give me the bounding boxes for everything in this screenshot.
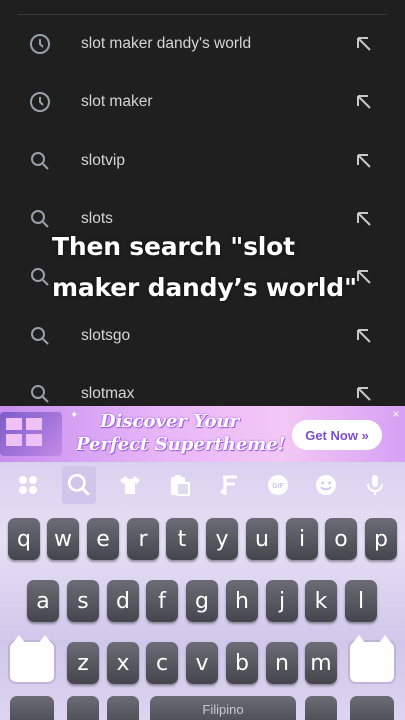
suggestion-row[interactable]: slotsgo: [0, 306, 405, 364]
key-o[interactable]: o: [325, 518, 357, 560]
ad-banner[interactable]: ✦ ✦ Discover Your Perfect Supertheme! Ge…: [0, 406, 405, 462]
suggestion-row[interactable]: slotvip: [0, 132, 405, 190]
key-f[interactable]: f: [146, 580, 178, 622]
search-icon: [31, 384, 49, 403]
shirt-icon[interactable]: [117, 472, 143, 498]
search-icon: [31, 326, 49, 345]
history-icon: [30, 92, 50, 113]
caption-line: Then search "slot: [52, 232, 295, 261]
key-r[interactable]: r: [127, 518, 159, 560]
apps-icon[interactable]: [15, 472, 41, 498]
get-now-button[interactable]: Get Now »: [292, 420, 382, 450]
font-icon[interactable]: [216, 472, 242, 498]
key-d[interactable]: d: [107, 580, 139, 622]
key-s[interactable]: s: [67, 580, 99, 622]
key-m[interactable]: m: [305, 642, 337, 684]
search-icon: [31, 268, 49, 287]
key-b[interactable]: b: [226, 642, 258, 684]
key-k[interactable]: k: [305, 580, 337, 622]
ad-headline: Discover Your: [100, 411, 240, 432]
history-icon: [30, 34, 50, 55]
key-v[interactable]: v: [186, 642, 218, 684]
search-icon[interactable]: [62, 466, 96, 504]
fill-query-arrow-icon[interactable]: [354, 326, 374, 346]
caption-line: maker dandy’s world": [52, 273, 357, 302]
shift-key[interactable]: [8, 635, 56, 684]
emoji-icon[interactable]: [313, 472, 339, 498]
key-j[interactable]: j: [266, 580, 298, 622]
search-icon: [31, 210, 49, 228]
fill-query-arrow-icon[interactable]: [354, 92, 374, 112]
key-a[interactable]: a: [27, 580, 59, 622]
symbols-key[interactable]: [10, 696, 54, 720]
keyboard-toolbar: GIF: [0, 462, 405, 510]
key-z[interactable]: z: [67, 642, 99, 684]
keyboard: GIF q w e r t y u i o p a s d f g h j k …: [0, 462, 405, 720]
clipboard-icon[interactable]: [166, 472, 192, 498]
key-e[interactable]: e: [87, 518, 119, 560]
suggestion-label: slotvip: [81, 151, 125, 169]
fill-query-arrow-icon[interactable]: [354, 34, 374, 54]
key-y[interactable]: y: [206, 518, 238, 560]
search-key[interactable]: [350, 696, 394, 720]
gif-icon[interactable]: GIF: [265, 472, 291, 498]
ad-thumbnail: [0, 412, 62, 456]
key-w[interactable]: w: [47, 518, 79, 560]
key-x[interactable]: x: [107, 642, 139, 684]
key-l[interactable]: l: [345, 580, 377, 622]
suggestion-row[interactable]: slot maker dandy's world: [0, 15, 405, 73]
svg-text:GIF: GIF: [272, 483, 284, 490]
fill-query-arrow-icon[interactable]: [354, 151, 374, 171]
mic-icon[interactable]: [362, 472, 388, 498]
key-t[interactable]: t: [166, 518, 198, 560]
key-n[interactable]: n: [266, 642, 298, 684]
suggestion-label: slot maker dandy's world: [81, 35, 252, 53]
sparkle-icon: ✦: [70, 410, 79, 421]
search-icon: [31, 151, 49, 170]
suggestion-label: slotsgo: [81, 326, 131, 344]
comma-key[interactable]: [67, 696, 99, 720]
suggestion-label: slotmax: [81, 384, 135, 402]
space-bar[interactable]: Filipino: [150, 696, 296, 720]
video-caption: Then search "slot maker dandy’s world": [52, 226, 382, 308]
key-i[interactable]: i: [286, 518, 318, 560]
close-ad-icon[interactable]: ×: [389, 407, 403, 421]
emoji-key[interactable]: [107, 696, 139, 720]
suggestion-list: slot maker dandy's world slot maker slot…: [0, 15, 405, 423]
ad-headline: Perfect Supertheme!: [76, 434, 286, 455]
key-c[interactable]: c: [146, 642, 178, 684]
suggestion-row[interactable]: slot maker: [0, 73, 405, 131]
suggestion-label: slot maker: [81, 93, 153, 111]
key-q[interactable]: q: [8, 518, 40, 560]
key-p[interactable]: p: [365, 518, 397, 560]
key-g[interactable]: g: [186, 580, 218, 622]
key-u[interactable]: u: [246, 518, 278, 560]
backspace-key[interactable]: [348, 635, 396, 684]
period-key[interactable]: [305, 696, 337, 720]
key-h[interactable]: h: [226, 580, 258, 622]
fill-query-arrow-icon[interactable]: [354, 384, 374, 404]
